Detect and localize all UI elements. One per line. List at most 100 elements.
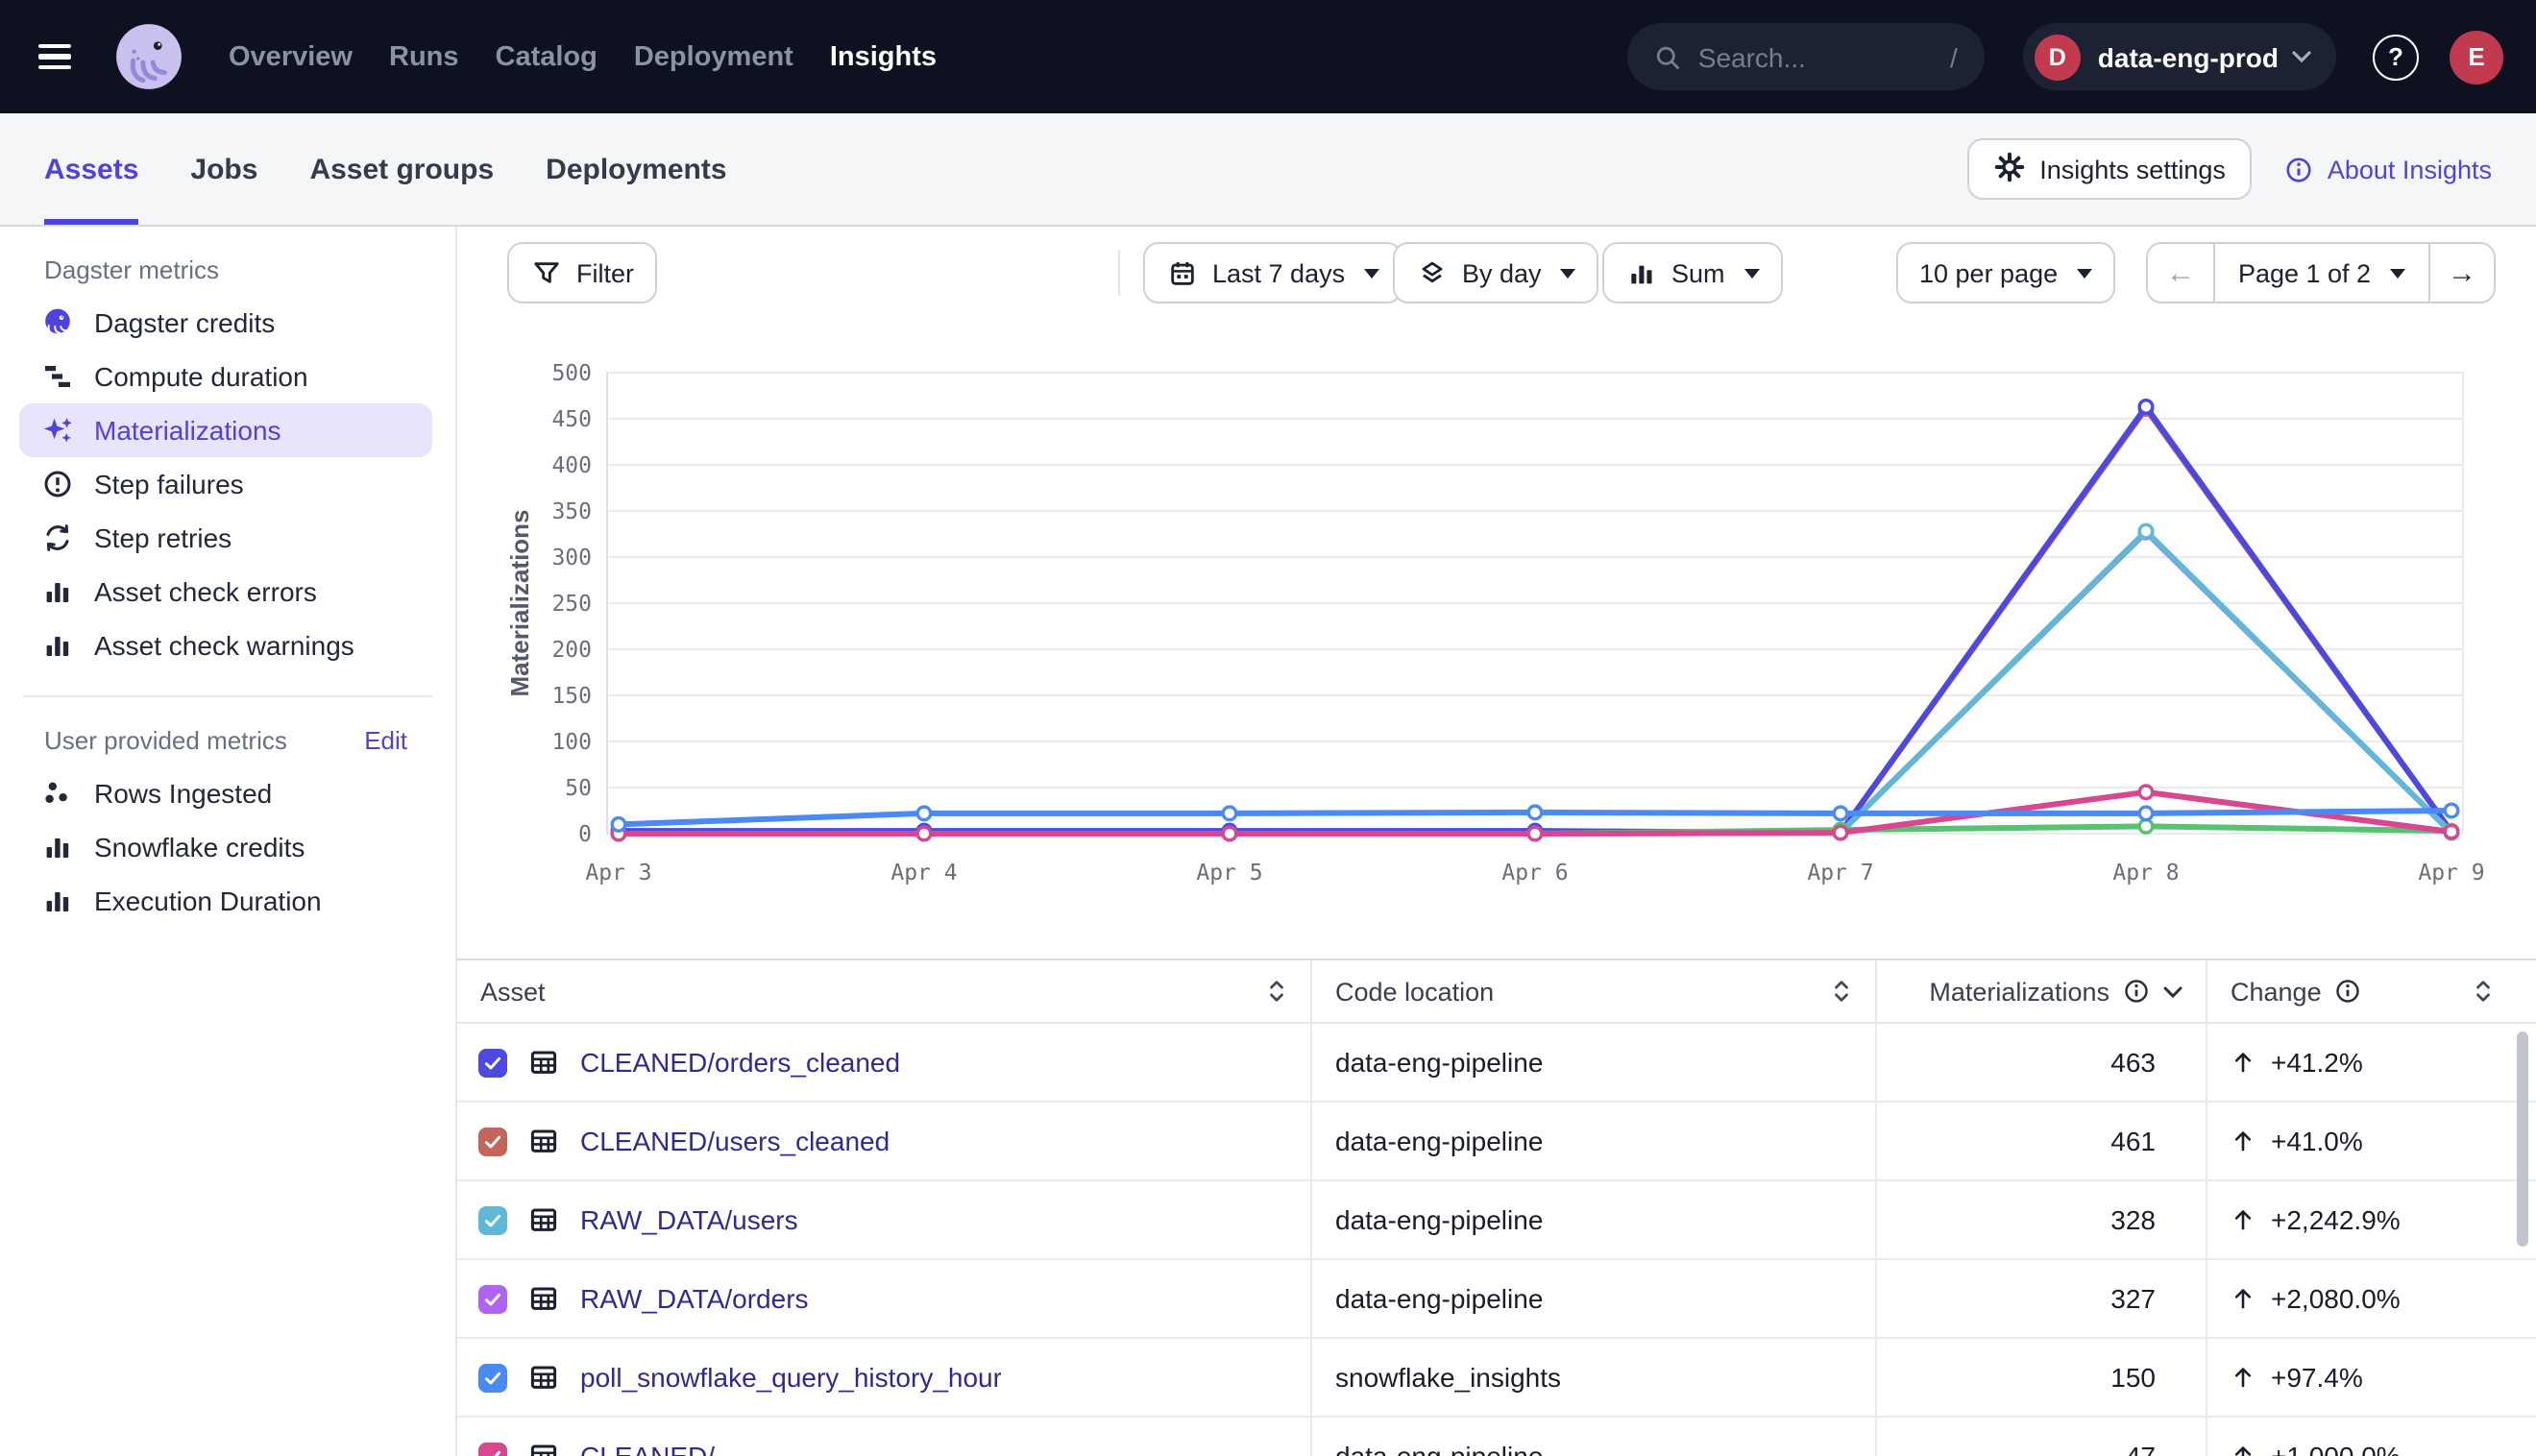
topnav-link-catalog[interactable]: Catalog [496, 41, 597, 72]
sidebar-item-snowflake-credits[interactable]: Snowflake credits [19, 820, 432, 874]
asset-table-icon [528, 1204, 559, 1235]
workspace-name: data-eng-prod [2098, 41, 2279, 72]
date-range-button[interactable]: Last 7 days [1143, 242, 1402, 303]
data-point[interactable] [2139, 820, 2153, 834]
filter-button[interactable]: Filter [507, 242, 657, 303]
info-icon[interactable] [2335, 978, 2362, 1005]
search-input[interactable] [1698, 41, 1950, 72]
asset-link[interactable]: CLEANED/… [580, 1441, 742, 1456]
chart-line[interactable] [619, 408, 2451, 833]
y-axis-tick: 250 [551, 592, 592, 617]
column-header-change[interactable]: Change [2206, 960, 2536, 1022]
search-icon [1654, 43, 1681, 70]
data-point[interactable] [2139, 807, 2153, 820]
info-icon[interactable] [2123, 978, 2150, 1005]
asset-link[interactable]: RAW_DATA/orders [580, 1283, 809, 1314]
prev-page-button[interactable]: ← [2148, 244, 2213, 302]
data-point[interactable] [2445, 825, 2458, 838]
data-point[interactable] [2139, 786, 2153, 799]
column-header-code-location[interactable]: Code location [1310, 960, 1875, 1022]
data-point[interactable] [2139, 400, 2153, 414]
data-point[interactable] [2445, 804, 2458, 817]
asset-link[interactable]: CLEANED/users_cleaned [580, 1126, 890, 1156]
insights-settings-button[interactable]: Insights settings [1966, 138, 2253, 200]
bar-chart-icon [42, 630, 73, 661]
page-indicator-button[interactable]: Page 1 of 2 [2213, 244, 2428, 302]
sidebar-edit-link[interactable]: Edit [364, 726, 407, 755]
table-body: CLEANED/orders_cleaned data-eng-pipeline 4… [457, 1024, 2536, 1456]
chevron-down-icon[interactable] [2163, 984, 2182, 998]
code-location-cell: data-eng-pipeline [1310, 1260, 1875, 1337]
row-checkbox[interactable] [478, 1048, 507, 1077]
data-point[interactable] [1528, 806, 1542, 819]
sidebar-section-divider [23, 695, 432, 697]
data-point[interactable] [1223, 807, 1236, 820]
sidebar-item-dagster-credits[interactable]: Dagster credits [19, 296, 432, 350]
sort-icon[interactable] [2473, 978, 2494, 1005]
data-point[interactable] [612, 818, 625, 832]
change-cell: +97.4% [2206, 1339, 2536, 1416]
data-point[interactable] [2139, 524, 2153, 538]
column-header-asset[interactable]: Asset [457, 960, 1310, 1022]
sidebar-item-step-retries[interactable]: Step retries [19, 511, 432, 565]
row-checkbox[interactable] [478, 1205, 507, 1234]
topnav-link-deployment[interactable]: Deployment [634, 41, 793, 72]
asset-link[interactable]: poll_snowflake_query_history_hour [580, 1362, 1002, 1393]
tab-asset-groups[interactable]: Asset groups [309, 113, 494, 225]
filter-funnel-icon [530, 257, 561, 288]
sort-icon[interactable] [1831, 978, 1852, 1005]
change-value: +41.2% [2271, 1047, 2363, 1078]
row-checkbox[interactable] [478, 1363, 507, 1392]
sidebar-item-execution-duration[interactable]: Execution Duration [19, 874, 432, 928]
user-avatar[interactable]: E [2450, 30, 2503, 84]
materializations-column-label: Materializations [1929, 977, 2109, 1006]
next-page-button[interactable]: → [2428, 244, 2494, 302]
sparkle-icon [42, 415, 73, 446]
y-axis-tick: 400 [551, 453, 592, 478]
sidebar-item-step-failures[interactable]: Step failures [19, 457, 432, 511]
table-row: RAW_DATA/ordersdata-eng-pipeline327+2,08… [457, 1260, 2536, 1339]
sort-icon[interactable] [1266, 978, 1287, 1005]
dagster-logo-icon[interactable] [113, 21, 184, 92]
column-header-materializations[interactable]: Materializations [1875, 960, 2206, 1022]
asset-link[interactable]: CLEANED/orders_cleaned [580, 1047, 900, 1078]
hamburger-menu-icon[interactable] [38, 44, 71, 69]
arrow-up-icon [2231, 1443, 2256, 1456]
vertical-scrollbar[interactable] [2517, 1031, 2528, 1247]
topnav-link-runs[interactable]: Runs [389, 41, 459, 72]
sidebar-item-materializations[interactable]: Materializations [19, 403, 432, 457]
row-checkbox[interactable] [478, 1442, 507, 1456]
insights-settings-label: Insights settings [2039, 155, 2226, 183]
row-checkbox[interactable] [478, 1127, 507, 1155]
workspace-switcher[interactable]: D data-eng-prod [2023, 23, 2336, 90]
help-icon[interactable]: ? [2373, 34, 2419, 80]
data-point[interactable] [1834, 826, 1847, 839]
tab-jobs[interactable]: Jobs [190, 113, 257, 225]
per-page-button[interactable]: 10 per page [1896, 242, 2115, 303]
about-insights-link[interactable]: About Insights [2285, 155, 2492, 183]
asset-link[interactable]: RAW_DATA/users [580, 1204, 798, 1235]
topnav-link-overview[interactable]: Overview [229, 41, 353, 72]
aggregation-button[interactable]: Sum [1602, 242, 1783, 303]
sidebar-item-asset-check-errors[interactable]: Asset check errors [19, 565, 432, 619]
tab-assets[interactable]: Assets [44, 113, 138, 225]
row-checkbox[interactable] [478, 1284, 507, 1313]
data-point[interactable] [1528, 827, 1542, 840]
x-axis-tick: Apr 6 [1501, 861, 1568, 886]
sidebar-item-rows-ingested[interactable]: Rows Ingested [19, 766, 432, 820]
materializations-value-cell: 47 [1875, 1418, 2206, 1456]
search-input-container[interactable]: / [1627, 23, 1985, 90]
code-location-cell: snowflake_insights [1310, 1339, 1875, 1416]
data-point[interactable] [917, 827, 931, 840]
sidebar-item-compute-duration[interactable]: Compute duration [19, 350, 432, 403]
topnav-link-insights[interactable]: Insights [830, 41, 937, 72]
granularity-button[interactable]: By day [1393, 242, 1599, 303]
data-point[interactable] [1223, 827, 1236, 840]
data-point[interactable] [917, 807, 931, 820]
tab-deployments[interactable]: Deployments [546, 113, 726, 225]
sidebar-item-label: Execution Duration [94, 886, 322, 916]
chart-line[interactable] [619, 407, 2451, 834]
sidebar-item-asset-check-warnings[interactable]: Asset check warnings [19, 619, 432, 672]
data-point[interactable] [1834, 807, 1847, 820]
table-row: CLEANED/…data-eng-pipeline47+1,000.0% [457, 1418, 2536, 1456]
